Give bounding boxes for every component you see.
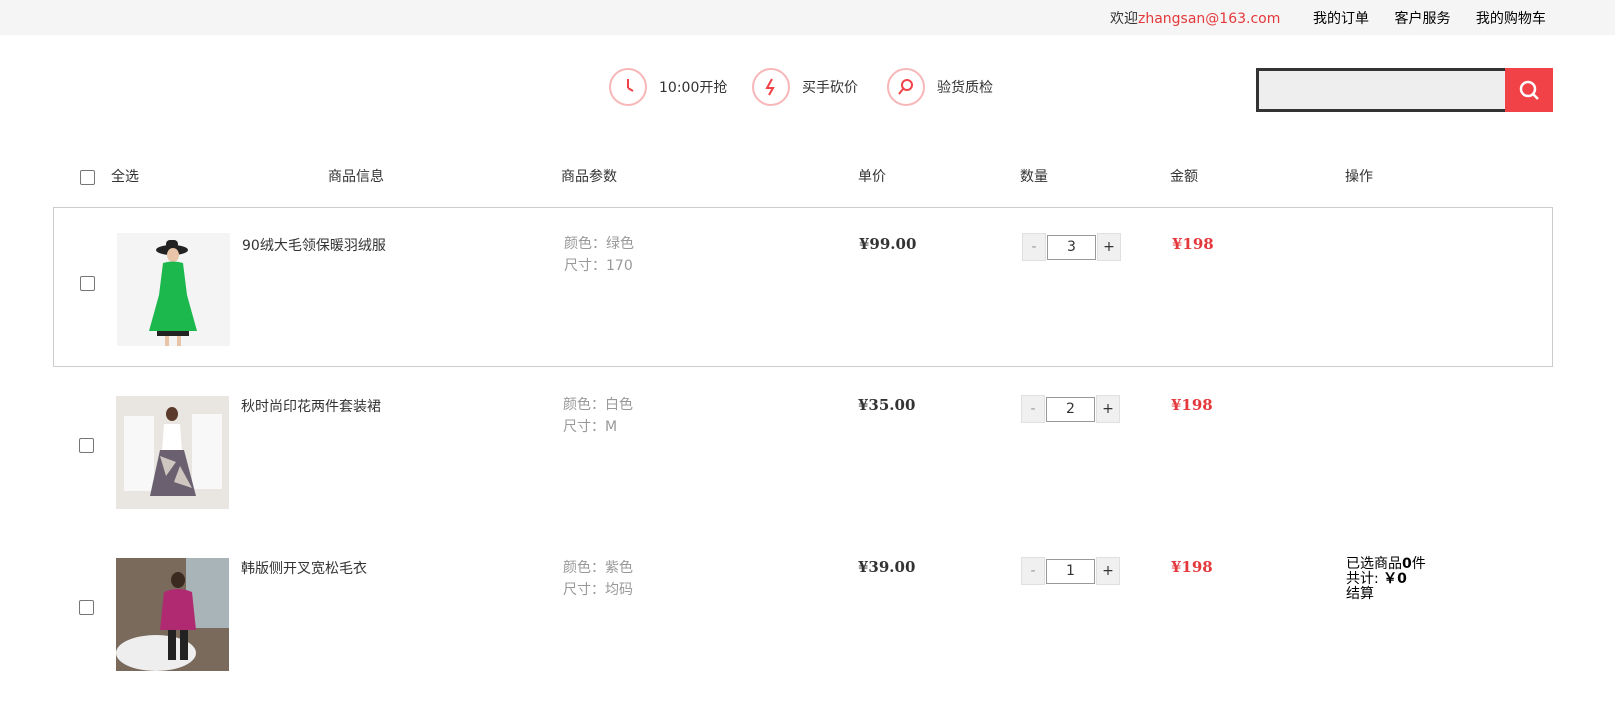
customer-service-link[interactable]: 客户服务 xyxy=(1394,11,1450,27)
cart-row: 秋时尚印花两件套装裙 颜色：白色 尺寸：M ¥35.00 - 2 + ¥198 xyxy=(53,369,1553,529)
product-thumbnail[interactable] xyxy=(116,396,229,509)
selected-suffix: 件 xyxy=(1411,556,1426,572)
quantity-stepper: - 1 + xyxy=(1021,557,1120,585)
search-input[interactable] xyxy=(1256,68,1506,112)
qty-minus-button[interactable]: - xyxy=(1021,557,1045,585)
search-icon xyxy=(1519,80,1539,100)
item-checkbox[interactable] xyxy=(80,276,95,291)
product-name[interactable]: 90绒大毛领保暖羽绒服 xyxy=(242,235,386,255)
feature-flash-sale: 10:00开抢 xyxy=(609,68,727,106)
total-value: ￥0 xyxy=(1383,571,1407,587)
col-amount: 金额 xyxy=(1170,169,1198,185)
product-params: 颜色：紫色 尺寸：均码 xyxy=(563,557,633,601)
lightning-icon xyxy=(752,68,790,106)
qty-plus-button[interactable]: + xyxy=(1096,395,1120,423)
magnifier-icon xyxy=(887,68,925,106)
param-size: 尺寸：均码 xyxy=(563,582,633,598)
product-name[interactable]: 秋时尚印花两件套装裙 xyxy=(241,396,381,416)
unit-price: ¥35.00 xyxy=(858,396,916,414)
qty-input[interactable]: 2 xyxy=(1046,396,1095,422)
feature-label: 验货质检 xyxy=(937,80,993,96)
select-all-checkbox[interactable] xyxy=(80,170,95,185)
line-amount: ¥198 xyxy=(1171,396,1213,414)
unit-price: ¥99.00 xyxy=(859,235,917,253)
feature-inspection: 验货质检 xyxy=(887,68,993,106)
product-params: 颜色：绿色 尺寸：170 xyxy=(564,233,634,277)
param-color: 颜色：绿色 xyxy=(564,236,634,252)
selected-prefix: 已选商品 xyxy=(1346,556,1402,572)
selected-count-text: 已选商品0件 xyxy=(1346,557,1426,572)
selected-count: 0 xyxy=(1402,556,1412,572)
quantity-stepper: - 2 + xyxy=(1021,395,1120,423)
total-text: 共计: ￥0 xyxy=(1346,572,1426,587)
clock-icon xyxy=(609,68,647,106)
item-checkbox[interactable] xyxy=(79,600,94,615)
item-checkbox[interactable] xyxy=(79,438,94,453)
line-amount: ¥198 xyxy=(1171,558,1213,576)
feature-label: 10:00开抢 xyxy=(659,80,728,96)
welcome-prefix: 欢迎 xyxy=(1110,11,1138,27)
select-all-label: 全选 xyxy=(111,169,139,185)
product-params: 颜色：白色 尺寸：M xyxy=(563,394,633,438)
quantity-stepper: - 3 + xyxy=(1022,233,1121,261)
col-unit-price: 单价 xyxy=(858,169,886,185)
cart-row: 90绒大毛领保暖羽绒服 颜色：绿色 尺寸：170 ¥99.00 - 3 + ¥1… xyxy=(53,207,1553,367)
user-email[interactable]: zhangsan@163.com xyxy=(1138,11,1280,27)
unit-price: ¥39.00 xyxy=(858,558,916,576)
qty-input[interactable]: 3 xyxy=(1047,234,1096,260)
cart-row: 韩版侧开叉宽松毛衣 颜色：紫色 尺寸：均码 ¥39.00 - 1 + ¥198 xyxy=(53,531,1553,691)
top-bar: 欢迎zhangsan@163.com 我的订单 客户服务 我的购物车 xyxy=(0,0,1615,35)
col-quantity: 数量 xyxy=(1020,169,1048,185)
qty-plus-button[interactable]: + xyxy=(1097,233,1121,261)
col-product-params: 商品参数 xyxy=(561,169,617,185)
feature-bargain: 买手砍价 xyxy=(752,68,858,106)
line-amount: ¥198 xyxy=(1172,235,1214,253)
cart-summary: 已选商品0件 共计: ￥0 结算 xyxy=(1346,557,1426,602)
search-button[interactable] xyxy=(1505,68,1553,112)
qty-plus-button[interactable]: + xyxy=(1096,557,1120,585)
product-thumbnail[interactable] xyxy=(117,233,230,346)
qty-input[interactable]: 1 xyxy=(1046,558,1095,584)
top-links: 我的订单 客户服务 我的购物车 xyxy=(1313,8,1567,28)
total-label: 共计: xyxy=(1346,571,1384,587)
checkout-button[interactable]: 结算 xyxy=(1346,587,1426,602)
col-product-info: 商品信息 xyxy=(328,169,384,185)
my-orders-link[interactable]: 我的订单 xyxy=(1313,11,1369,27)
qty-minus-button[interactable]: - xyxy=(1022,233,1046,261)
param-color: 颜色：紫色 xyxy=(563,560,633,576)
col-operation: 操作 xyxy=(1345,169,1373,185)
param-size: 尺寸：M xyxy=(563,419,618,435)
qty-minus-button[interactable]: - xyxy=(1021,395,1045,423)
feature-label: 买手砍价 xyxy=(802,80,858,96)
product-thumbnail[interactable] xyxy=(116,558,229,671)
welcome-text: 欢迎zhangsan@163.com xyxy=(1110,8,1280,28)
my-cart-link[interactable]: 我的购物车 xyxy=(1476,11,1546,27)
param-size: 尺寸：170 xyxy=(564,258,633,274)
product-name[interactable]: 韩版侧开叉宽松毛衣 xyxy=(241,558,367,578)
param-color: 颜色：白色 xyxy=(563,397,633,413)
